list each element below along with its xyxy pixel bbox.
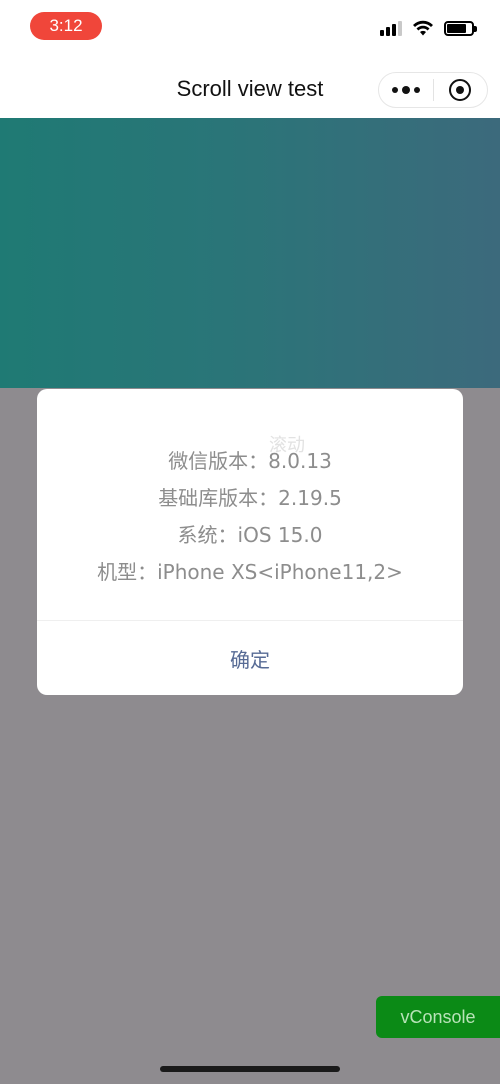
wifi-icon <box>413 20 433 36</box>
menu-capsule <box>378 72 488 108</box>
status-icons <box>380 18 477 38</box>
ghost-text: 滚动 <box>269 435 305 456</box>
status-time: 3:12 <box>30 12 102 40</box>
battery-icon <box>444 20 477 36</box>
nav-bar: Scroll view test <box>0 56 500 118</box>
vconsole-button[interactable]: vConsole <box>376 996 500 1038</box>
home-indicator[interactable] <box>160 1066 340 1072</box>
modal-footer: 确定 <box>37 620 463 695</box>
modal-body: 滚动 微信版本：8.0.13 基础库版本：2.19.5 系统：iOS 15.0 … <box>37 389 463 620</box>
confirm-button[interactable]: 确定 <box>190 634 310 683</box>
more-button[interactable] <box>379 73 433 107</box>
device-model-text: 机型：iPhone XS<iPhone11,2> <box>97 560 403 584</box>
cellular-signal-icon <box>380 20 402 36</box>
system-text: 系统：iOS 15.0 <box>177 523 323 547</box>
sdk-version-text: 基础库版本：2.19.5 <box>158 486 342 510</box>
scroll-view-gradient-block <box>0 118 500 388</box>
wechat-version-text: 微信版本：8.0.13 <box>168 449 332 473</box>
close-miniprogram-button[interactable] <box>434 73 488 107</box>
status-bar: 3:12 <box>0 0 500 56</box>
info-modal: 滚动 微信版本：8.0.13 基础库版本：2.19.5 系统：iOS 15.0 … <box>37 389 463 695</box>
more-dots-icon <box>391 86 420 94</box>
target-close-icon <box>449 79 472 101</box>
